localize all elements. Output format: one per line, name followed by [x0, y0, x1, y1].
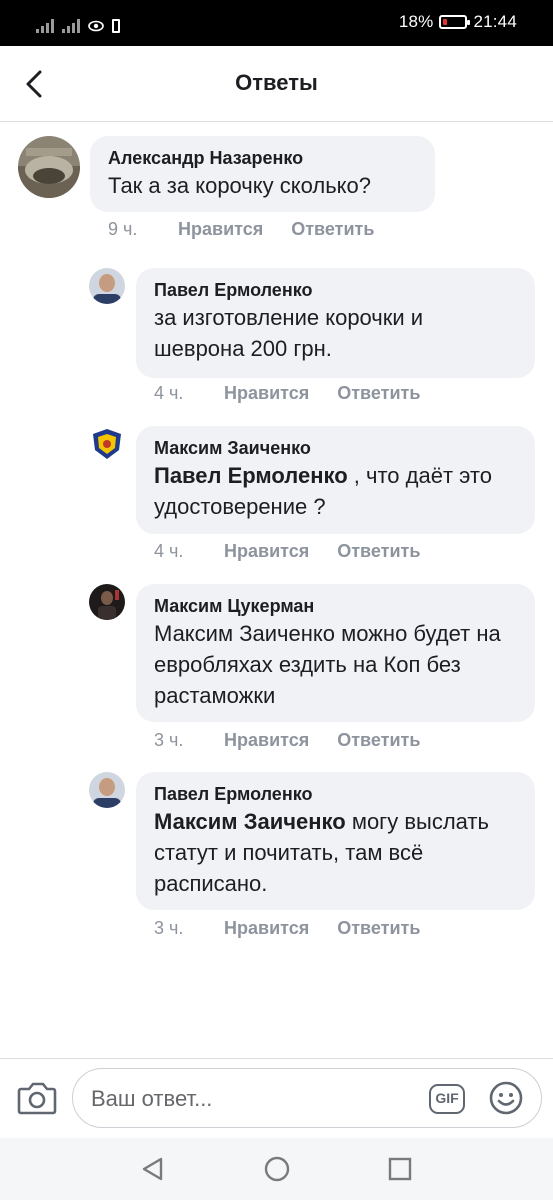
reply-button[interactable]: Ответить: [337, 383, 420, 404]
comment-actions: 4 ч. Нравится Ответить: [154, 541, 420, 562]
reply-button[interactable]: Ответить: [337, 541, 420, 562]
comment-bubble[interactable]: Павел Ермоленко за изготовление корочки …: [136, 268, 535, 378]
comment-bubble[interactable]: Максим Цукерман Максим Заиченко можно бу…: [136, 584, 535, 722]
comment-time: 4 ч.: [154, 541, 184, 561]
avatar-photo-icon: [89, 772, 125, 808]
eye-comfort-icon: [88, 20, 104, 32]
comment-text: Максим Заиченко можно будет на евробляха…: [154, 621, 501, 708]
comment-text: Павел Ермоленко , что даёт это удостовер…: [154, 460, 517, 522]
like-button[interactable]: Нравится: [224, 383, 309, 404]
comment-author[interactable]: Павел Ермоленко: [154, 278, 517, 302]
status-time: 21:44: [473, 12, 517, 31]
comment-time: 3 ч.: [154, 918, 184, 938]
comment-author[interactable]: Максим Заиченко: [154, 436, 517, 460]
comment-text: Максим Заиченко могу выслать статут и по…: [154, 806, 517, 899]
reply-input-placeholder: Ваш ответ...: [91, 1086, 213, 1111]
reply-input[interactable]: Ваш ответ... GIF: [72, 1068, 542, 1128]
like-button[interactable]: Нравится: [224, 730, 309, 751]
avatar-photo-icon: [89, 268, 125, 304]
smiley-icon[interactable]: [489, 1081, 523, 1115]
comment-time: 4 ч.: [154, 383, 184, 403]
circle-home-icon[interactable]: [262, 1154, 292, 1184]
emblem-avatar-icon: [89, 426, 125, 462]
like-button[interactable]: Нравится: [224, 918, 309, 939]
avatar[interactable]: [89, 426, 125, 462]
page-title: Ответы: [235, 70, 318, 95]
battery-level: [443, 19, 448, 25]
like-button[interactable]: Нравится: [178, 219, 263, 240]
comment-author[interactable]: Максим Цукерман: [154, 594, 517, 618]
comment-author[interactable]: Александр Назаренко: [108, 146, 417, 170]
comment-author[interactable]: Павел Ермоленко: [154, 782, 517, 806]
like-button[interactable]: Нравится: [224, 541, 309, 562]
avatar[interactable]: [89, 772, 125, 808]
camera-icon[interactable]: [16, 1077, 58, 1117]
comment-actions: 4 ч. Нравится Ответить: [154, 383, 420, 404]
comment-bubble[interactable]: Максим Заиченко Павел Ермоленко , что да…: [136, 426, 535, 534]
triangle-back-icon[interactable]: [138, 1154, 168, 1184]
status-right: 18% 21:44: [399, 12, 517, 32]
comment-actions: 3 ч. Нравится Ответить: [154, 730, 420, 751]
signal-sim1-icon: [36, 17, 54, 33]
comment-time: 3 ч.: [154, 730, 184, 750]
status-bar: 18% 21:44: [0, 0, 553, 46]
reply-composer: Ваш ответ... GIF: [0, 1058, 553, 1138]
square-recent-icon[interactable]: [385, 1154, 415, 1184]
status-left-icons: [36, 13, 120, 33]
mention-link[interactable]: Павел Ермоленко: [154, 463, 348, 488]
mention-link[interactable]: Максим Заиченко: [154, 809, 346, 834]
reply-button[interactable]: Ответить: [291, 219, 374, 240]
comment-bubble[interactable]: Александр Назаренко Так а за корочку ско…: [90, 136, 435, 212]
replies-header: Ответы: [0, 46, 553, 122]
battery-percent: 18%: [398, 12, 434, 31]
avatar[interactable]: [18, 136, 80, 198]
sim-card-icon: [112, 19, 120, 33]
comment-actions: 9 ч. Нравится Ответить: [108, 219, 374, 240]
gif-icon[interactable]: GIF: [429, 1084, 465, 1114]
comment-text: за изготовление корочки и шеврона 200 гр…: [154, 305, 424, 361]
avatar[interactable]: [89, 584, 125, 620]
comment-actions: 3 ч. Нравится Ответить: [154, 918, 420, 939]
comment-bubble[interactable]: Павел Ермоленко Максим Заиченко могу выс…: [136, 772, 535, 910]
signal-sim2-icon: [62, 17, 80, 33]
comment-text: Так а за корочку сколько?: [108, 173, 372, 198]
reply-button[interactable]: Ответить: [337, 918, 420, 939]
avatar[interactable]: [89, 268, 125, 304]
battery-icon: [439, 15, 471, 29]
comment-time: 9 ч.: [108, 219, 138, 239]
reply-button[interactable]: Ответить: [337, 730, 420, 751]
avatar-photo-icon: [89, 584, 125, 620]
avatar-photo-icon: [18, 136, 80, 198]
system-nav-bar: [0, 1138, 553, 1200]
